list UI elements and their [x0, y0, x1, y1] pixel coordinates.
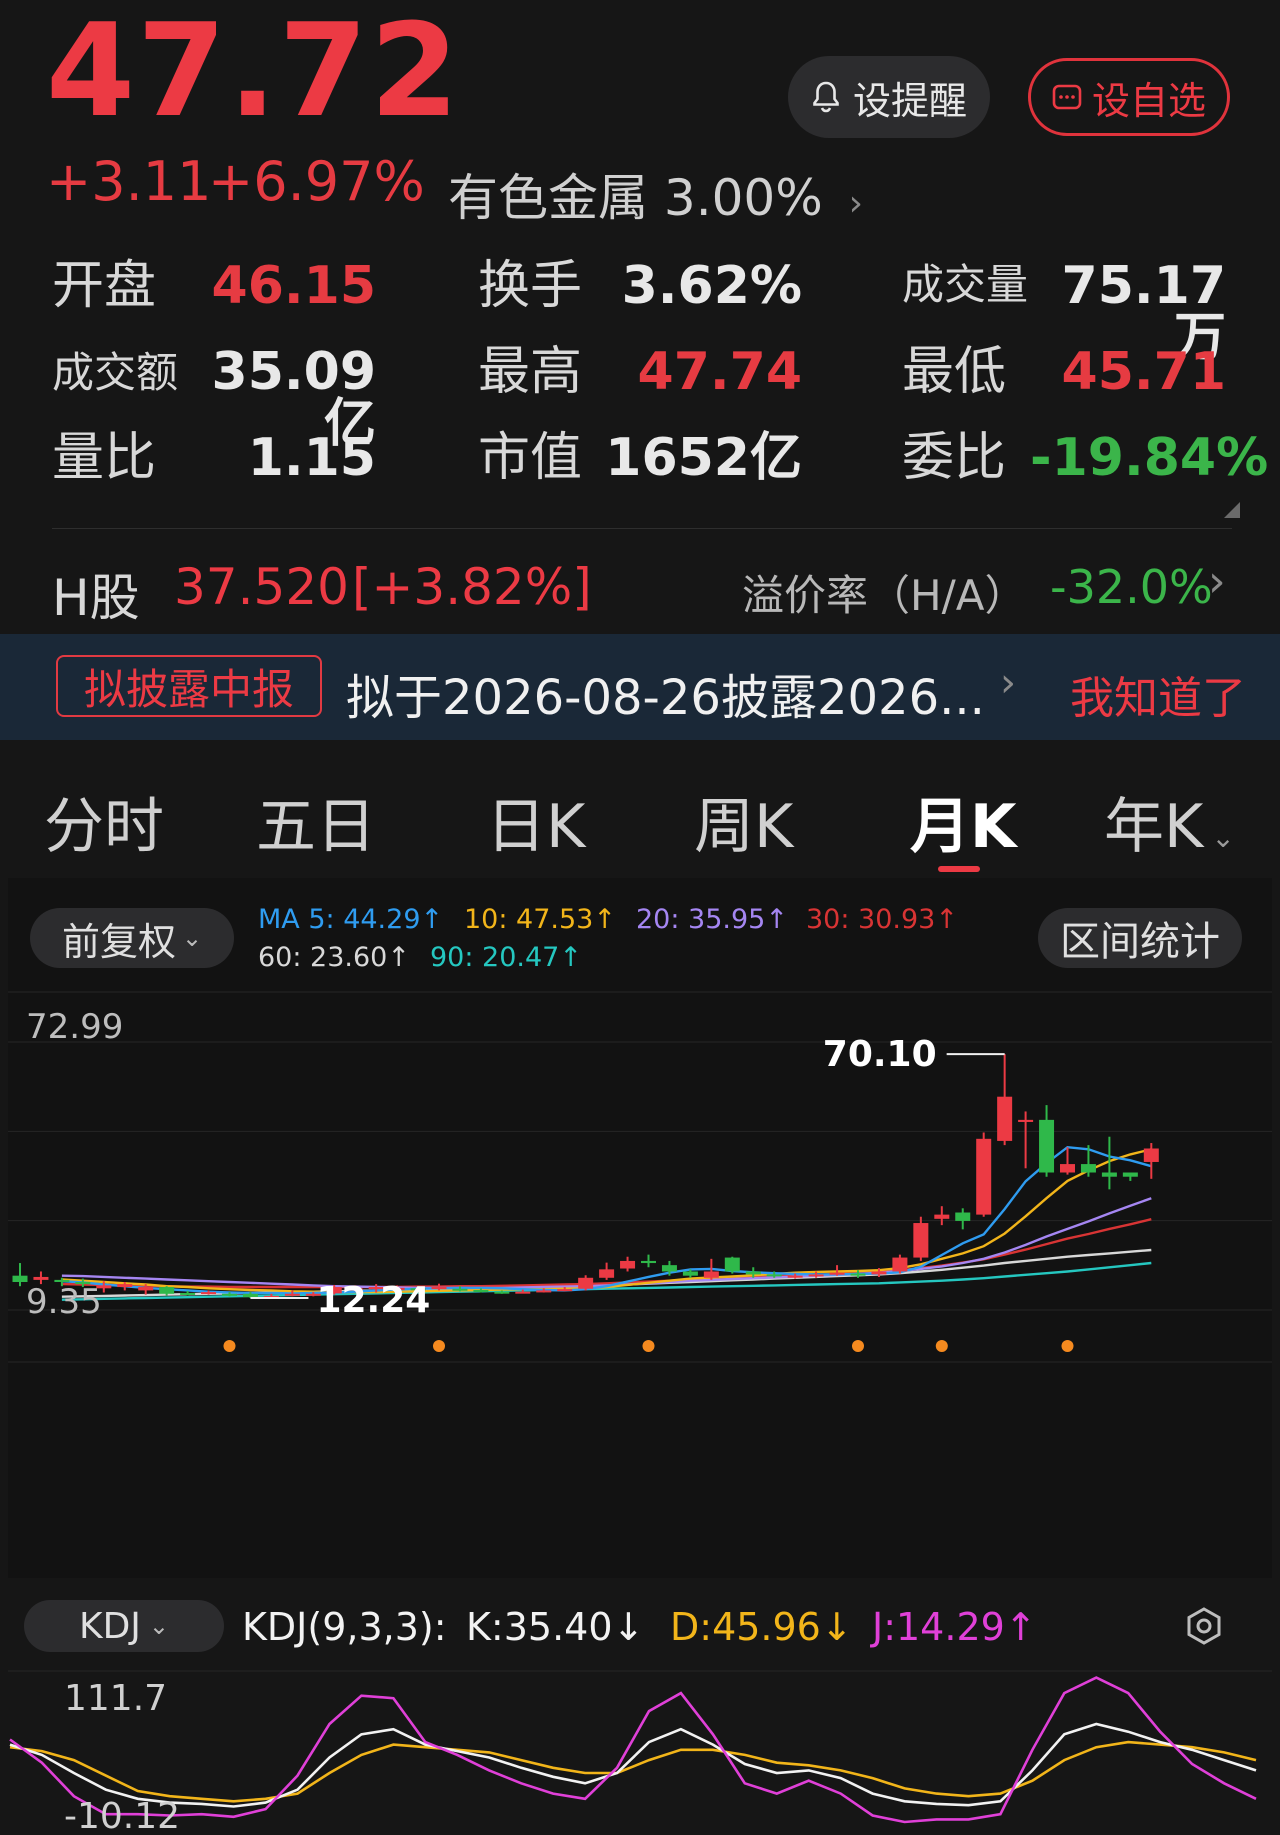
- y-axis-top-label: 72.99: [26, 1007, 123, 1047]
- ma10-legend: 10: 47.53↑: [464, 904, 616, 935]
- indicator-label: KDJ: [78, 1605, 141, 1647]
- watchlist-icon: [1052, 84, 1082, 110]
- y-axis-bottom-label: 9.35: [26, 1282, 102, 1322]
- kdj-j-value: J:14.29↑: [872, 1605, 1037, 1649]
- candle: [955, 1208, 971, 1230]
- candle: [1143, 1143, 1159, 1179]
- candle: [913, 1216, 929, 1261]
- kdj-params: KDJ(9,3,3):: [242, 1605, 447, 1649]
- price-change-pct: +6.97%: [208, 150, 425, 213]
- chevron-down-icon: ⌄: [148, 1612, 170, 1640]
- interval-stats-button[interactable]: 区间统计: [1038, 908, 1242, 968]
- hshare-price: 37.520: [174, 558, 349, 616]
- bell-icon: [813, 81, 839, 113]
- sector-link[interactable]: 有色金属 3.00% ›: [448, 158, 863, 230]
- low-marker-label: 12.24: [316, 1280, 430, 1321]
- candle: [1122, 1172, 1138, 1181]
- ma90-legend: 90: 20.47↑: [430, 942, 582, 973]
- active-tab-indicator: [938, 866, 980, 872]
- ma30-legend: 30: 30.93↑: [806, 904, 958, 935]
- event-dot[interactable]: [1061, 1340, 1074, 1352]
- notice-text[interactable]: 拟于2026-08-26披露2026...: [346, 658, 985, 728]
- stat-value-order-ratio: -19.84%: [1030, 428, 1269, 488]
- chevron-right-icon[interactable]: ›: [1000, 660, 1016, 706]
- event-dot[interactable]: [223, 1340, 236, 1352]
- stat-label-amount: 成交额: [52, 348, 179, 397]
- stat-value-market-cap: 1652亿: [605, 428, 802, 488]
- candle: [997, 1054, 1013, 1146]
- event-dot[interactable]: [935, 1340, 948, 1352]
- kdj-d-line: [9, 1740, 1257, 1803]
- price-adjust-label: 前复权: [61, 919, 176, 964]
- ma20-legend: 20: 35.95↑: [636, 904, 788, 935]
- stat-label-turnover: 换手: [478, 256, 583, 316]
- tab-five-day[interactable]: 五日: [256, 778, 376, 865]
- stat-label-market-cap: 市值: [478, 428, 583, 488]
- candlestick-chart[interactable]: 72.99 9.35 70.10 12.24: [8, 990, 1272, 1570]
- stat-value-low: 45.71: [1061, 342, 1226, 402]
- add-watchlist-button[interactable]: 设自选: [1028, 58, 1230, 136]
- chevron-right-icon[interactable]: ›: [1208, 556, 1226, 607]
- kdj-j-line: [9, 1676, 1257, 1824]
- stat-label-low: 最低: [902, 342, 1007, 402]
- tab-monthly-k[interactable]: 月K: [910, 778, 1017, 865]
- add-watchlist-label: 设自选: [1091, 78, 1206, 123]
- expand-corner-icon[interactable]: [1224, 502, 1240, 518]
- ma5-legend: MA 5: 44.29↑: [258, 904, 444, 935]
- stat-value-volume-ratio: 1.15: [247, 428, 376, 488]
- kdj-y-top-label: 111.7: [64, 1678, 167, 1719]
- premium-value: -32.0%: [1050, 560, 1213, 614]
- candle: [976, 1132, 992, 1217]
- kdj-d-value: D:45.96↓: [670, 1605, 853, 1649]
- indicator-selector[interactable]: KDJ ⌄: [24, 1600, 224, 1652]
- tab-intraday[interactable]: 分时: [44, 778, 164, 865]
- stat-value-high: 47.74: [637, 342, 802, 402]
- chevron-right-icon: ›: [848, 183, 864, 224]
- candle: [620, 1256, 636, 1272]
- event-dot[interactable]: [852, 1340, 864, 1352]
- price-adjust-selector[interactable]: 前复权 ⌄: [30, 908, 234, 968]
- divider: [52, 528, 1232, 529]
- set-alert-button[interactable]: 设提醒: [788, 56, 990, 138]
- tab-yearly-k-label: 年K: [1104, 792, 1204, 862]
- kdj-chart: 111.7 -10.12: [8, 1670, 1272, 1835]
- candle: [578, 1275, 594, 1291]
- stat-label-volume: 成交量: [902, 260, 1029, 309]
- candle: [892, 1254, 908, 1274]
- event-dot[interactable]: [642, 1340, 655, 1352]
- stat-value-open: 46.15: [211, 256, 376, 316]
- hshare-change: [+3.82%]: [352, 558, 592, 616]
- candle: [1018, 1111, 1034, 1169]
- stat-label-order-ratio: 委比: [902, 428, 1007, 488]
- kdj-y-bottom-label: -10.12: [64, 1796, 180, 1835]
- hshare-label: H股: [52, 569, 140, 627]
- candle: [1039, 1105, 1055, 1177]
- ma60-legend: 60: 23.60↑: [258, 942, 410, 973]
- tab-daily-k[interactable]: 日K: [486, 778, 585, 865]
- candle: [599, 1262, 615, 1280]
- dismiss-notice-button[interactable]: 我知道了: [1070, 662, 1246, 726]
- event-dot[interactable]: [433, 1340, 445, 1352]
- sector-label: 有色金属 3.00%: [448, 169, 823, 227]
- notice-tag: 拟披露中报: [56, 655, 323, 717]
- kdj-k-value: K:35.40↓: [466, 1605, 645, 1649]
- chevron-down-icon: ⌄: [1211, 821, 1235, 854]
- settings-icon[interactable]: [1184, 1606, 1224, 1646]
- period-tab-bar: [0, 756, 1280, 874]
- last-price: 47.72: [46, 0, 461, 146]
- candle: [641, 1254, 656, 1268]
- premium-label: 溢价率（H/A）: [742, 571, 1027, 620]
- tab-weekly-k[interactable]: 周K: [694, 778, 793, 865]
- high-marker-label: 70.10: [823, 1034, 937, 1075]
- tab-yearly-k[interactable]: 年K ⌄: [1104, 778, 1235, 865]
- stat-value-turnover: 3.62%: [621, 256, 802, 316]
- candle: [934, 1206, 950, 1226]
- stat-label-open: 开盘: [52, 256, 157, 316]
- chevron-down-icon: ⌄: [181, 924, 203, 952]
- candle: [724, 1256, 740, 1274]
- price-change: +3.11: [46, 150, 212, 213]
- stat-label-volume-ratio: 量比: [52, 428, 157, 488]
- set-alert-label: 设提醒: [852, 78, 967, 123]
- stat-label-high: 最高: [478, 342, 583, 402]
